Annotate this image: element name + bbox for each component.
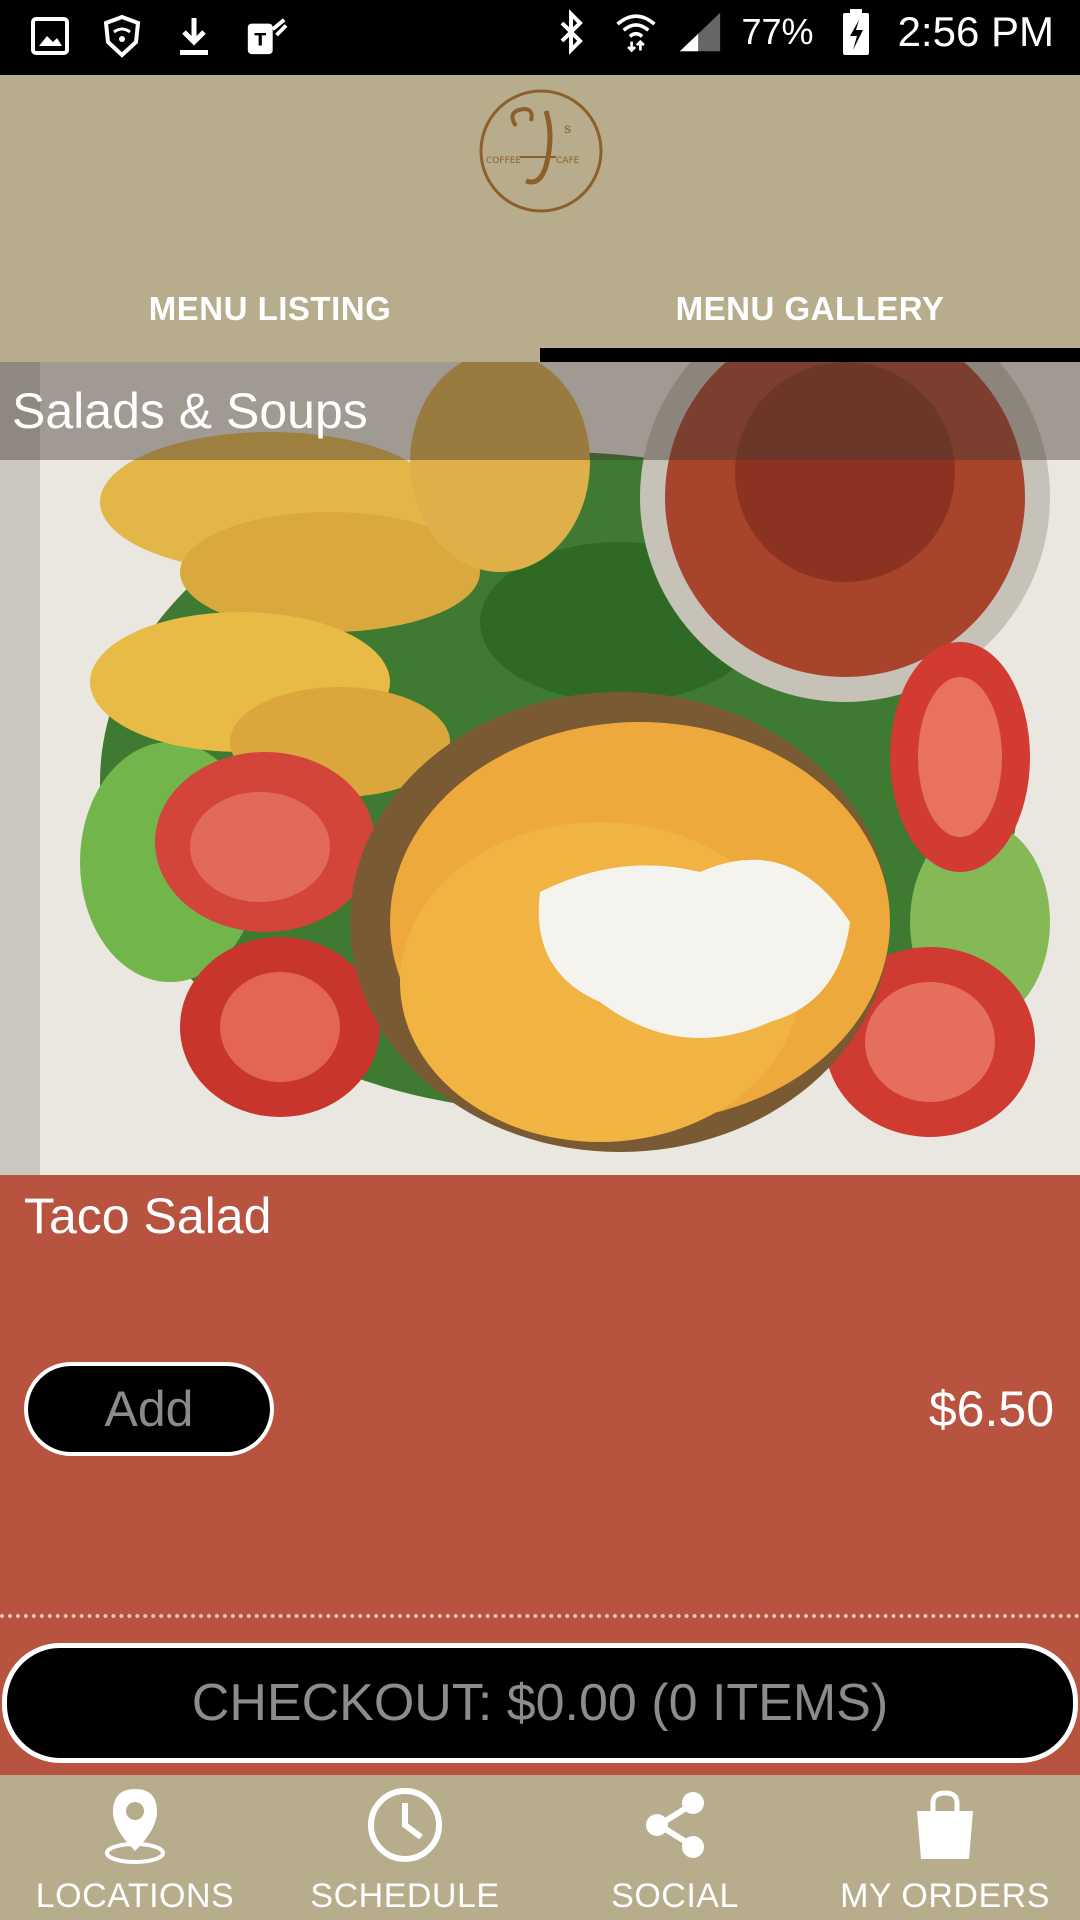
download-icon xyxy=(172,12,216,60)
wifi-icon xyxy=(614,8,658,56)
nav-social-label: SOCIAL xyxy=(611,1877,739,1915)
category-title: Salads & Soups xyxy=(0,362,1080,460)
cafe-logo[interactable]: s COFFEE CAFE xyxy=(476,81,606,221)
bottom-navigation: LOCATIONS SCHEDULE SOCIAL MY ORDERS xyxy=(0,1775,1080,1920)
status-bar: T 77% 2:56 PM xyxy=(0,0,1080,75)
item-price: $6.50 xyxy=(928,1381,1054,1437)
nav-my-orders-label: MY ORDERS xyxy=(840,1877,1050,1915)
nav-schedule[interactable]: SCHEDULE xyxy=(270,1775,540,1920)
svg-text:COFFEE: COFFEE xyxy=(486,156,521,166)
checkout-button[interactable]: CHECKOUT: $0.00 (0 ITEMS) xyxy=(2,1643,1078,1763)
clock-icon xyxy=(368,1788,442,1862)
signal-icon xyxy=(678,8,722,56)
tab-menu-gallery[interactable]: MENU GALLERY xyxy=(540,275,1080,362)
svg-text:CAFE: CAFE xyxy=(556,156,580,166)
nav-social[interactable]: SOCIAL xyxy=(540,1775,810,1920)
divider xyxy=(0,1614,1080,1618)
menu-item-photo[interactable] xyxy=(0,362,1080,1175)
svg-text:s: s xyxy=(564,121,571,137)
shopping-bag-icon xyxy=(917,1790,973,1859)
item-name: Taco Salad xyxy=(24,1188,272,1244)
gallery-icon xyxy=(28,12,72,60)
menu-tabs: MENU LISTING MENU GALLERY xyxy=(0,275,1080,362)
nav-my-orders[interactable]: MY ORDERS xyxy=(810,1775,1080,1920)
nav-schedule-label: SCHEDULE xyxy=(310,1877,500,1915)
app-header: s COFFEE CAFE MENU LISTING MENU GALLERY xyxy=(0,75,1080,362)
item-details-panel: Taco Salad Add $6.50 CHECKOUT: $0.00 (0 … xyxy=(0,1175,1080,1775)
location-pin-icon xyxy=(105,1789,165,1864)
shield-wifi-icon xyxy=(100,12,144,60)
tmobile-icon: T xyxy=(244,12,288,60)
bluetooth-icon xyxy=(550,8,594,56)
nav-locations[interactable]: LOCATIONS xyxy=(0,1775,270,1920)
nav-locations-label: LOCATIONS xyxy=(35,1877,235,1915)
share-icon xyxy=(646,1792,704,1858)
add-button[interactable]: Add xyxy=(24,1362,274,1456)
battery-percentage: 77% xyxy=(741,11,814,52)
clock-time: 2:56 PM xyxy=(897,8,1054,55)
battery-charging-icon xyxy=(834,8,878,56)
tab-menu-listing[interactable]: MENU LISTING xyxy=(0,275,540,362)
svg-text:T: T xyxy=(254,31,266,51)
